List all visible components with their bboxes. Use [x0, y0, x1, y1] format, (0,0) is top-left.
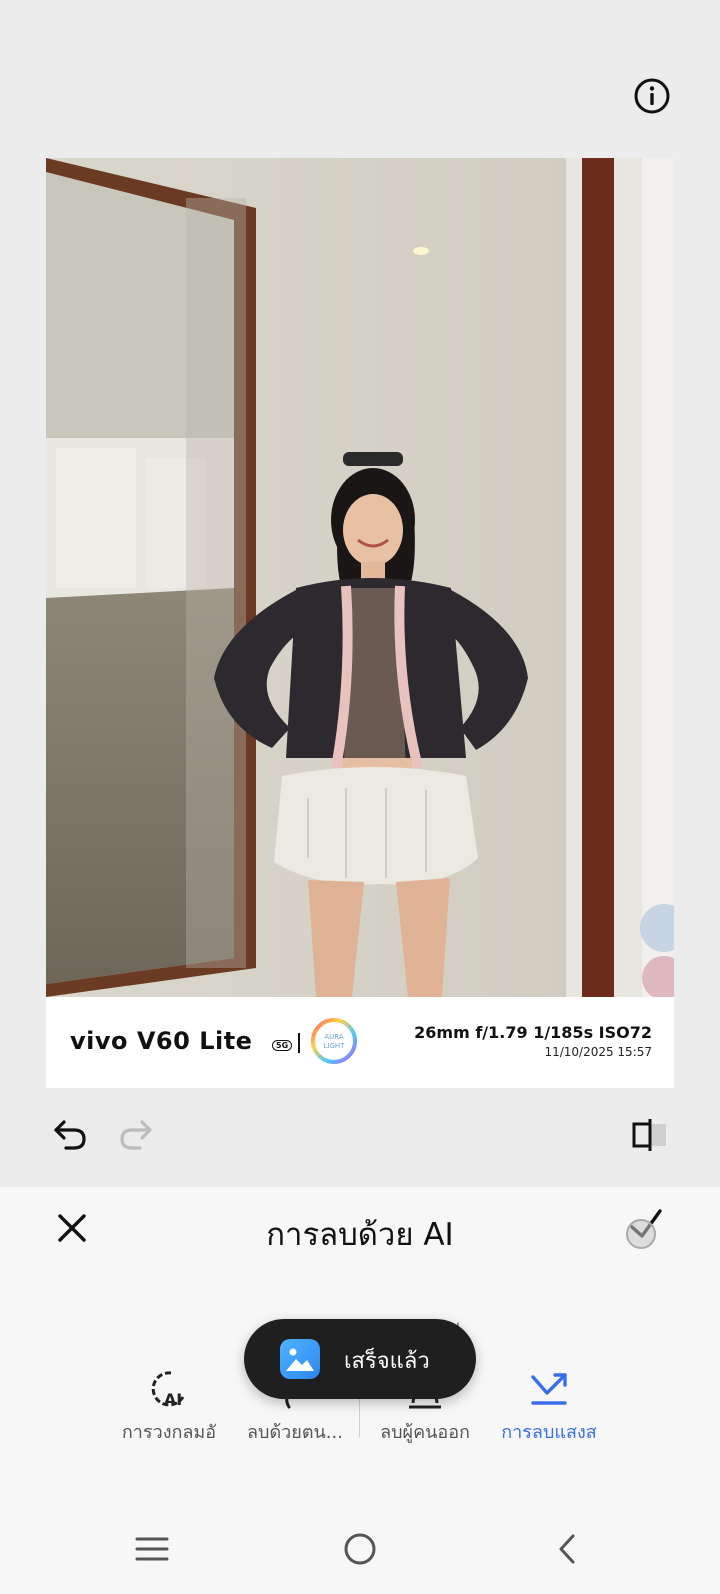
gallery-icon — [280, 1339, 320, 1379]
watermark-separator — [298, 1033, 300, 1053]
tool-label: การลบแสงส — [501, 1422, 597, 1443]
nav-menu-button[interactable] — [127, 1524, 177, 1574]
check-icon — [626, 1209, 662, 1249]
photo-image — [46, 158, 674, 997]
back-icon — [559, 1534, 575, 1564]
redo-button[interactable] — [114, 1112, 158, 1156]
reflection-erase-icon — [531, 1373, 567, 1405]
watermark-datetime: 11/10/2025 15:57 — [544, 1045, 652, 1059]
confirm-button[interactable] — [620, 1203, 670, 1253]
tool-label: ลบด้วยตน... — [247, 1422, 343, 1443]
toast-text: เสร็จแล้ว — [344, 1349, 430, 1374]
tool-reflection-erase[interactable]: การลบแสงส — [484, 1367, 614, 1447]
info-button[interactable] — [632, 76, 672, 116]
ai-circle-icon: AI — [151, 1371, 185, 1409]
home-icon — [344, 1533, 376, 1565]
info-icon — [634, 78, 670, 114]
edit-toolbar — [0, 1110, 720, 1160]
nav-home-button[interactable] — [335, 1524, 385, 1574]
undo-icon — [54, 1120, 86, 1150]
watermark-bar: vivo V60 Lite 5G AURA LIGHT 26mm f/1.79 … — [46, 997, 674, 1088]
undo-button[interactable] — [48, 1112, 92, 1156]
svg-text:AI: AI — [164, 1390, 182, 1409]
panel-title: การลบด้วย AI — [266, 1217, 454, 1253]
toast-notification: เสร็จแล้ว — [244, 1319, 476, 1399]
photo-preview[interactable]: vivo V60 Lite 5G AURA LIGHT 26mm f/1.79 … — [46, 158, 674, 1088]
compare-button[interactable] — [628, 1112, 672, 1156]
aura-light-logo: AURA LIGHT — [311, 1018, 357, 1064]
watermark-brand: vivo V60 Lite — [70, 1027, 253, 1055]
tool-label: การวงกลมอั — [121, 1422, 217, 1443]
compare-icon — [632, 1119, 666, 1151]
svg-text:AURA: AURA — [324, 1033, 343, 1041]
watermark-5g-badge: 5G — [272, 1040, 293, 1051]
watermark-specs: 26mm f/1.79 1/185s ISO72 — [414, 1023, 652, 1042]
system-nav-bar — [0, 1502, 720, 1594]
tool-label: ลบผู้คนออก — [380, 1422, 470, 1443]
menu-icon — [135, 1537, 169, 1561]
redo-icon — [120, 1120, 152, 1150]
svg-text:LIGHT: LIGHT — [324, 1042, 346, 1050]
tool-ai-circle[interactable]: AI การวงกลมอั — [104, 1367, 234, 1447]
nav-back-button[interactable] — [543, 1524, 593, 1574]
